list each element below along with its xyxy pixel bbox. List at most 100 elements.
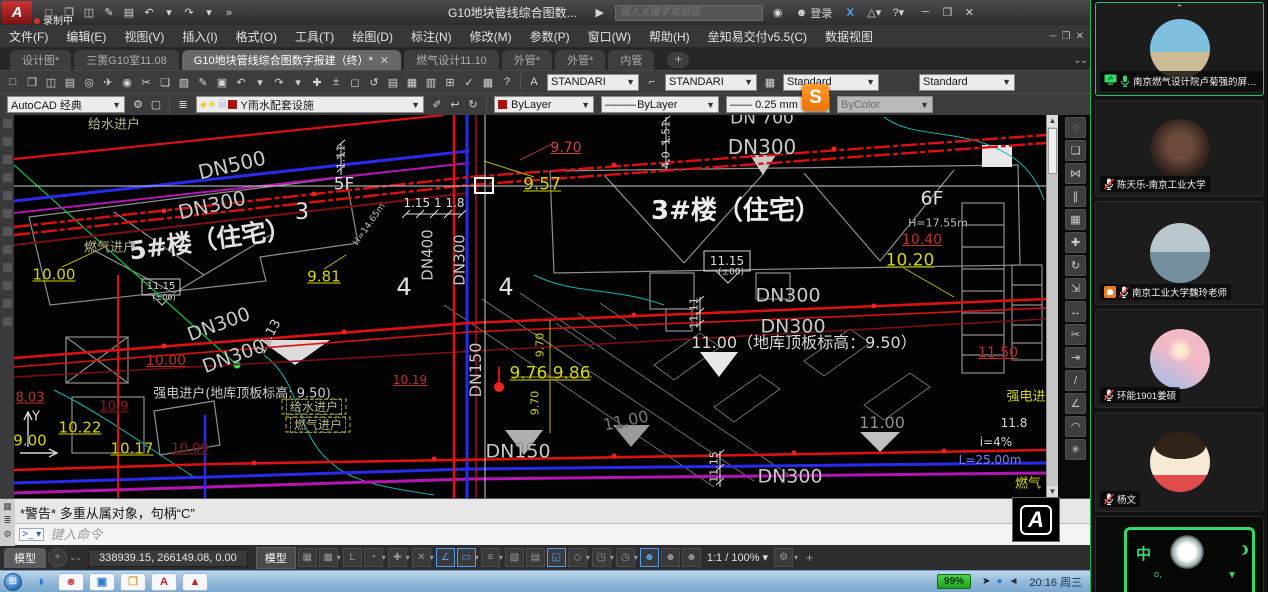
offset-icon[interactable]: ∥ <box>1065 186 1086 207</box>
floating-s-icon[interactable]: S <box>802 84 829 111</box>
dim-style-icon[interactable]: ⌐ <box>643 73 661 91</box>
menu-item[interactable]: 编辑(E) <box>57 26 115 47</box>
vertical-scrollbar[interactable]: ▲ ▼ <box>1046 115 1058 498</box>
doc-tab[interactable]: 三箦G10室11.08 <box>74 50 179 70</box>
doc-minimize-button[interactable]: ─ <box>1050 31 1057 42</box>
linetype-combo[interactable]: ——— ByLayer▼ <box>601 96 719 113</box>
exchange-apps-icon[interactable]: X <box>841 4 859 22</box>
move-icon[interactable]: ✚ <box>1065 232 1086 253</box>
zoom-realtime-icon[interactable]: ± <box>327 73 345 91</box>
open-icon[interactable]: ❐ <box>23 73 41 91</box>
layer-states-icon[interactable]: ↻ <box>464 96 482 114</box>
new-icon[interactable]: □ <box>4 73 22 91</box>
customize-wrench-icon[interactable]: ⚙ <box>3 529 11 540</box>
layout-chevron-icon[interactable]: ⌄⌄ <box>69 552 80 563</box>
plot-icon[interactable]: ▤ <box>120 4 138 22</box>
doc-close-button[interactable]: ✕ <box>1076 31 1084 42</box>
object-snap-dropdown-icon[interactable]: ▾ <box>406 553 410 562</box>
close-button[interactable]: ✕ <box>961 6 977 19</box>
redo-icon[interactable]: ↷ <box>180 4 198 22</box>
help-icon[interactable]: ? <box>498 73 516 91</box>
3d-object-snap-dropdown-icon[interactable]: ▾ <box>586 553 590 562</box>
menu-item[interactable]: 窗口(W) <box>579 26 640 47</box>
chamfer-icon[interactable]: ∠ <box>1065 393 1086 414</box>
menu-item[interactable]: 帮助(H) <box>640 26 699 47</box>
sheet-set-manager-icon[interactable]: ⊞ <box>441 73 459 91</box>
grid-display-toggle[interactable]: ▦ <box>319 548 338 567</box>
restore-button[interactable]: ❐ <box>939 6 955 19</box>
infocenter-search-input[interactable] <box>615 5 763 21</box>
menu-item[interactable]: 绘图(D) <box>343 26 402 47</box>
minimize-button[interactable]: ─ <box>917 6 933 19</box>
doc-tab[interactable]: 燃气设计11.10 <box>404 50 499 70</box>
layer-on-icon[interactable]: ● <box>200 99 207 111</box>
volume-icon[interactable]: ◄ <box>1009 576 1019 587</box>
scrollbar-thumb[interactable] <box>1048 128 1057 174</box>
save-as-icon[interactable]: ✎ <box>100 4 118 22</box>
search-icon[interactable]: ◉ <box>769 4 787 22</box>
3d-dwf-icon[interactable]: ◉ <box>118 73 136 91</box>
pan-icon[interactable]: ✚ <box>308 73 326 91</box>
doc-tab[interactable]: 外管* <box>555 50 605 70</box>
pdf-app-icon[interactable]: ▲ <box>182 573 208 591</box>
stretch-icon[interactable]: ↔ <box>1065 301 1086 322</box>
undo-icon[interactable]: ↶ <box>232 73 250 91</box>
start-button[interactable]: ⊞ <box>4 573 22 591</box>
mleader-style-combo[interactable]: Standard▼ <box>919 74 1015 91</box>
navigation-wheel-toggle[interactable]: ◷ <box>616 548 635 567</box>
workspace-settings-gear-icon[interactable]: ⚙ <box>129 96 147 114</box>
menu-item[interactable]: 标注(N) <box>402 26 461 47</box>
layer-lock-icon[interactable] <box>219 102 226 108</box>
zoom-window-icon[interactable]: ◻ <box>346 73 364 91</box>
object-snap-tracking-toggle[interactable]: ✕ <box>412 548 431 567</box>
extend-icon[interactable]: ⇥ <box>1065 347 1086 368</box>
menu-item[interactable]: 垒知易交付v5.5(C) <box>699 26 816 47</box>
color-combo[interactable]: ByLayer▼ <box>494 96 594 113</box>
model-layout-tab[interactable]: 模型 <box>4 548 46 568</box>
plot-preview-icon[interactable]: ◎ <box>80 73 98 91</box>
browser-icon[interactable]: ◑ <box>27 573 53 591</box>
lineweight-display-dropdown-icon[interactable]: ▾ <box>499 553 503 562</box>
menu-item[interactable]: 数据视图 <box>816 26 882 47</box>
help-icon[interactable]: ?▾ <box>889 4 907 22</box>
object-snap-tracking-dropdown-icon[interactable]: ▾ <box>430 553 434 562</box>
selection-area-icon[interactable]: ▢ <box>147 96 165 114</box>
tab-close-icon[interactable]: ✕ <box>380 54 389 67</box>
undo-icon[interactable]: ↶ <box>140 4 158 22</box>
zoom-previous-icon[interactable]: ↺ <box>365 73 383 91</box>
new-layout-button[interactable]: + <box>48 548 67 567</box>
meeting-app-icon[interactable]: ☻ <box>58 573 84 591</box>
viewcube-toggle[interactable]: ◳ <box>592 548 611 567</box>
dynamic-ucs-toggle[interactable]: ∠ <box>436 548 455 567</box>
layer-sun-icon[interactable]: ☀ <box>207 98 217 111</box>
copy-icon[interactable]: ❏ <box>1065 140 1086 161</box>
command-prompt-icon[interactable]: >_ ▾ <box>19 528 44 541</box>
menu-item[interactable]: 修改(M) <box>461 26 521 47</box>
erase-icon[interactable]: ◌ <box>1065 117 1086 138</box>
menu-item[interactable]: 工具(T) <box>286 26 343 47</box>
designcenter-icon[interactable]: ▦ <box>403 73 421 91</box>
menu-item[interactable]: 格式(O) <box>227 26 286 47</box>
explode-icon[interactable]: ✳ <box>1065 439 1086 460</box>
scroll-up-icon[interactable]: ▲ <box>1047 115 1058 127</box>
markup-icon[interactable]: ✓ <box>460 73 478 91</box>
new-tab-button[interactable]: + <box>667 52 689 68</box>
layer-previous-icon[interactable]: ↩ <box>446 96 464 114</box>
participant-tile[interactable]: 环能1901姜硕 <box>1095 309 1264 408</box>
paste-icon[interactable]: ▨ <box>175 73 193 91</box>
text-style-combo[interactable]: STANDARI▼ <box>547 74 639 91</box>
trim-icon[interactable]: ✂ <box>1065 324 1086 345</box>
redo-drop-icon[interactable]: ▾ <box>289 73 307 91</box>
annotation-monitor-toggle[interactable]: ☻ <box>682 548 701 567</box>
make-object-layer-current-icon[interactable]: ✐ <box>428 96 446 114</box>
text-style-icon[interactable]: A <box>525 73 543 91</box>
participant-tile[interactable]: 中o,▼ <box>1095 516 1264 592</box>
copy-icon[interactable]: ❏ <box>156 73 174 91</box>
annotation-visibility-toggle[interactable]: ☻ <box>640 548 659 567</box>
quickcalc-icon[interactable]: ▦ <box>479 73 497 91</box>
break-icon[interactable]: / <box>1065 370 1086 391</box>
dynamic-input-dropdown-icon[interactable]: ▾ <box>475 553 479 562</box>
dynamic-input-toggle[interactable]: ▭ <box>457 548 476 567</box>
match-properties-icon[interactable]: ✎ <box>194 73 212 91</box>
participant-tile[interactable]: 南京工业大学魏玲老师 <box>1095 201 1264 305</box>
